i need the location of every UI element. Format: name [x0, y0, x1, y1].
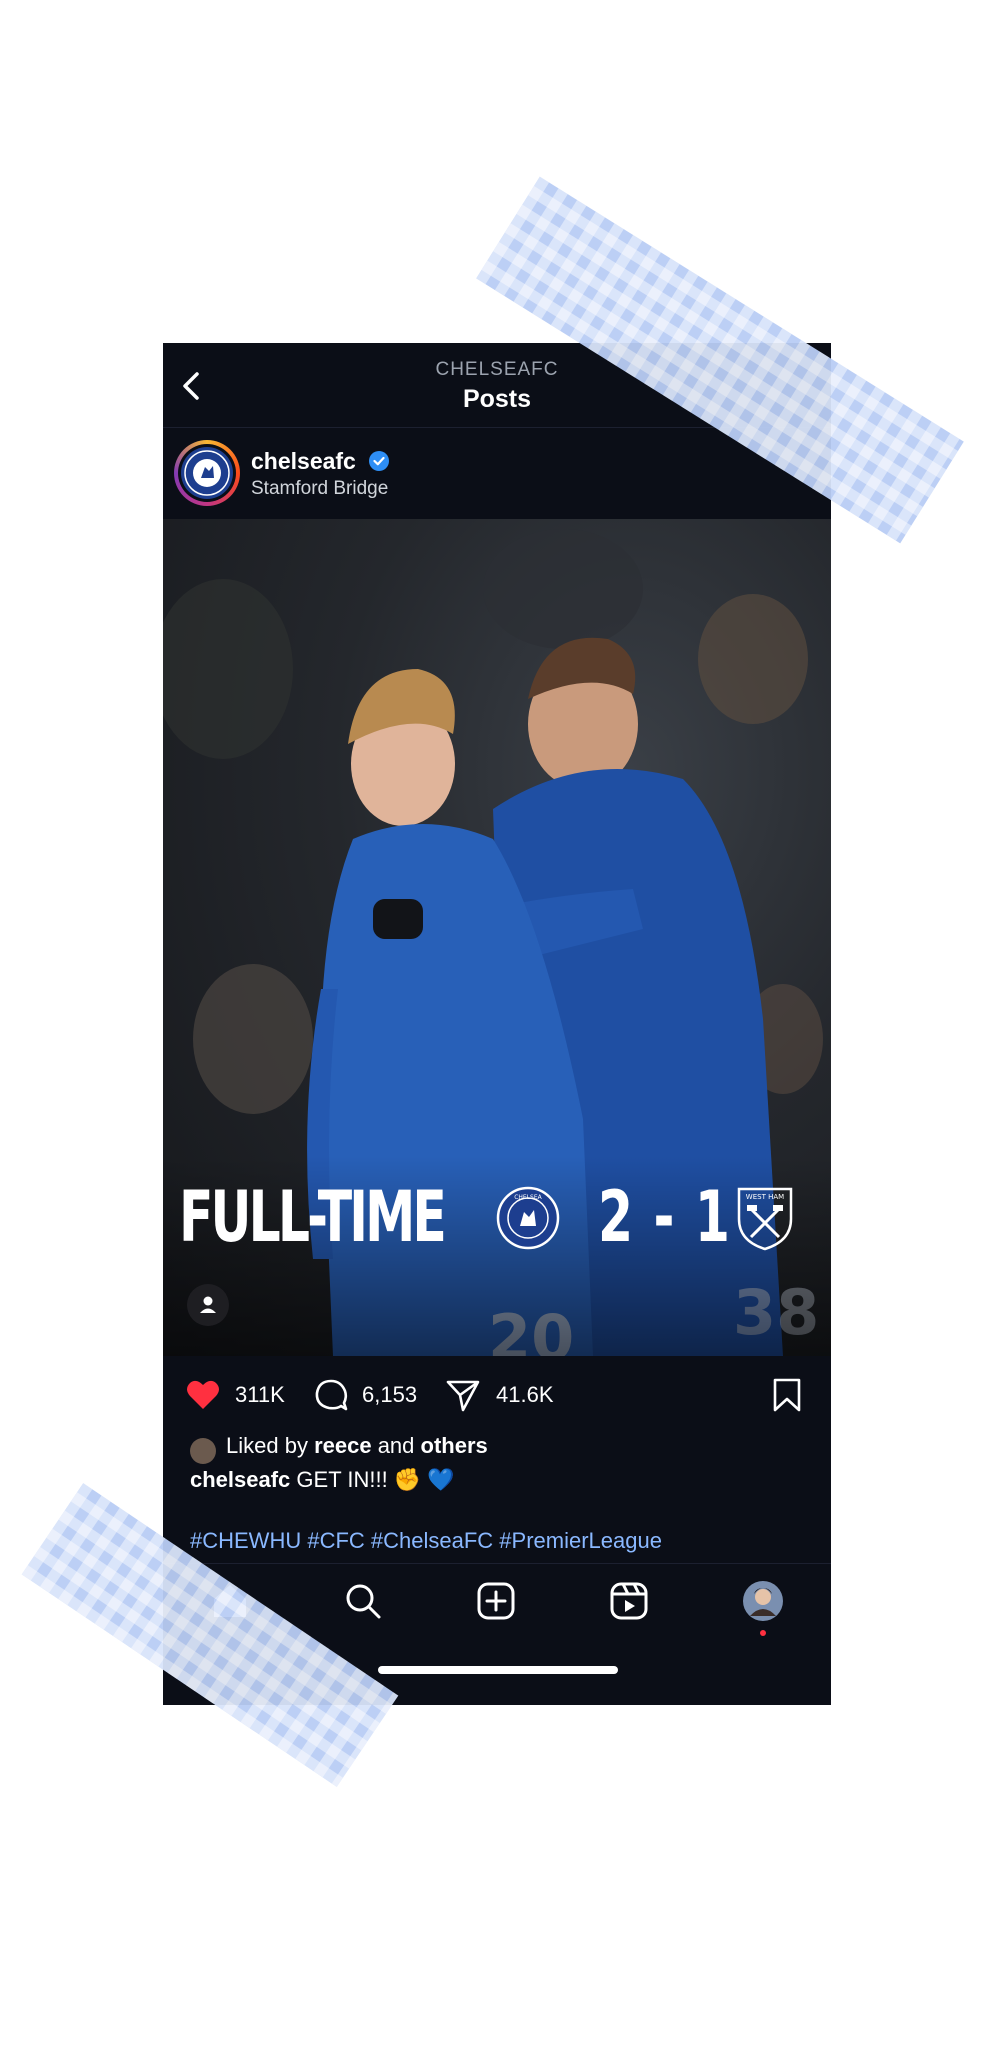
post-hashtags[interactable]: #CHEWHU #CFC #ChelseaFC #PremierLeague [190, 1528, 662, 1554]
liked-by-user[interactable]: reece [314, 1433, 372, 1458]
post-username[interactable]: chelseafc [251, 448, 356, 475]
chelsea-crest-icon [184, 450, 230, 496]
comment-icon[interactable] [313, 1377, 349, 1413]
match-score: 2 - 1 [598, 1176, 732, 1258]
instagram-post-screen: CHELSEAFC Posts chelseafc Stamford Bridg… [163, 343, 831, 1705]
caption-text: GET IN!!! ✊ 💙 [290, 1467, 455, 1492]
header-account: CHELSEAFC [435, 359, 559, 380]
profile-icon[interactable] [742, 1580, 784, 1622]
fulltime-label: FULL-TIME [179, 1176, 447, 1258]
notification-dot [760, 1630, 766, 1636]
verified-icon [369, 451, 389, 471]
away-team-label: WEST HAM [746, 1193, 784, 1201]
home-indicator[interactable] [378, 1666, 618, 1674]
share-icon[interactable] [445, 1377, 481, 1413]
post-actions: 311K 6,153 41.6K [163, 1359, 831, 1423]
tagged-people-icon[interactable] [187, 1284, 229, 1326]
share-count[interactable]: 41.6K [496, 1382, 554, 1408]
post-caption: chelseafc GET IN!!! ✊ 💙 [190, 1467, 455, 1493]
west-ham-crest-icon: WEST HAM [737, 1187, 793, 1251]
heart-icon[interactable] [185, 1377, 221, 1413]
like-count[interactable]: 311K [235, 1382, 285, 1408]
post-header: chelseafc Stamford Bridge [163, 428, 831, 516]
create-icon[interactable] [475, 1580, 517, 1622]
caption-username[interactable]: chelseafc [190, 1467, 290, 1492]
liked-by-others[interactable]: others [421, 1433, 488, 1458]
avatar[interactable] [174, 440, 240, 506]
bottom-nav [163, 1563, 831, 1705]
chelsea-crest-icon: CHELSEA [496, 1186, 560, 1250]
bookmark-icon[interactable] [769, 1377, 805, 1413]
page-title: Posts [462, 385, 532, 413]
search-icon[interactable] [342, 1580, 384, 1622]
comment-count[interactable]: 6,153 [362, 1382, 417, 1408]
post-image[interactable]: 20 38 FULL-TIME CHELSEA 2 - 1 WEST HAM [163, 519, 831, 1356]
liked-by-text[interactable]: Liked by reece and others [190, 1433, 488, 1459]
home-team-label: CHELSEA [514, 1194, 542, 1201]
post-location[interactable]: Stamford Bridge [251, 478, 388, 500]
home-icon[interactable] [209, 1580, 251, 1622]
header: CHELSEAFC Posts [163, 343, 831, 428]
reels-icon[interactable] [608, 1580, 650, 1622]
